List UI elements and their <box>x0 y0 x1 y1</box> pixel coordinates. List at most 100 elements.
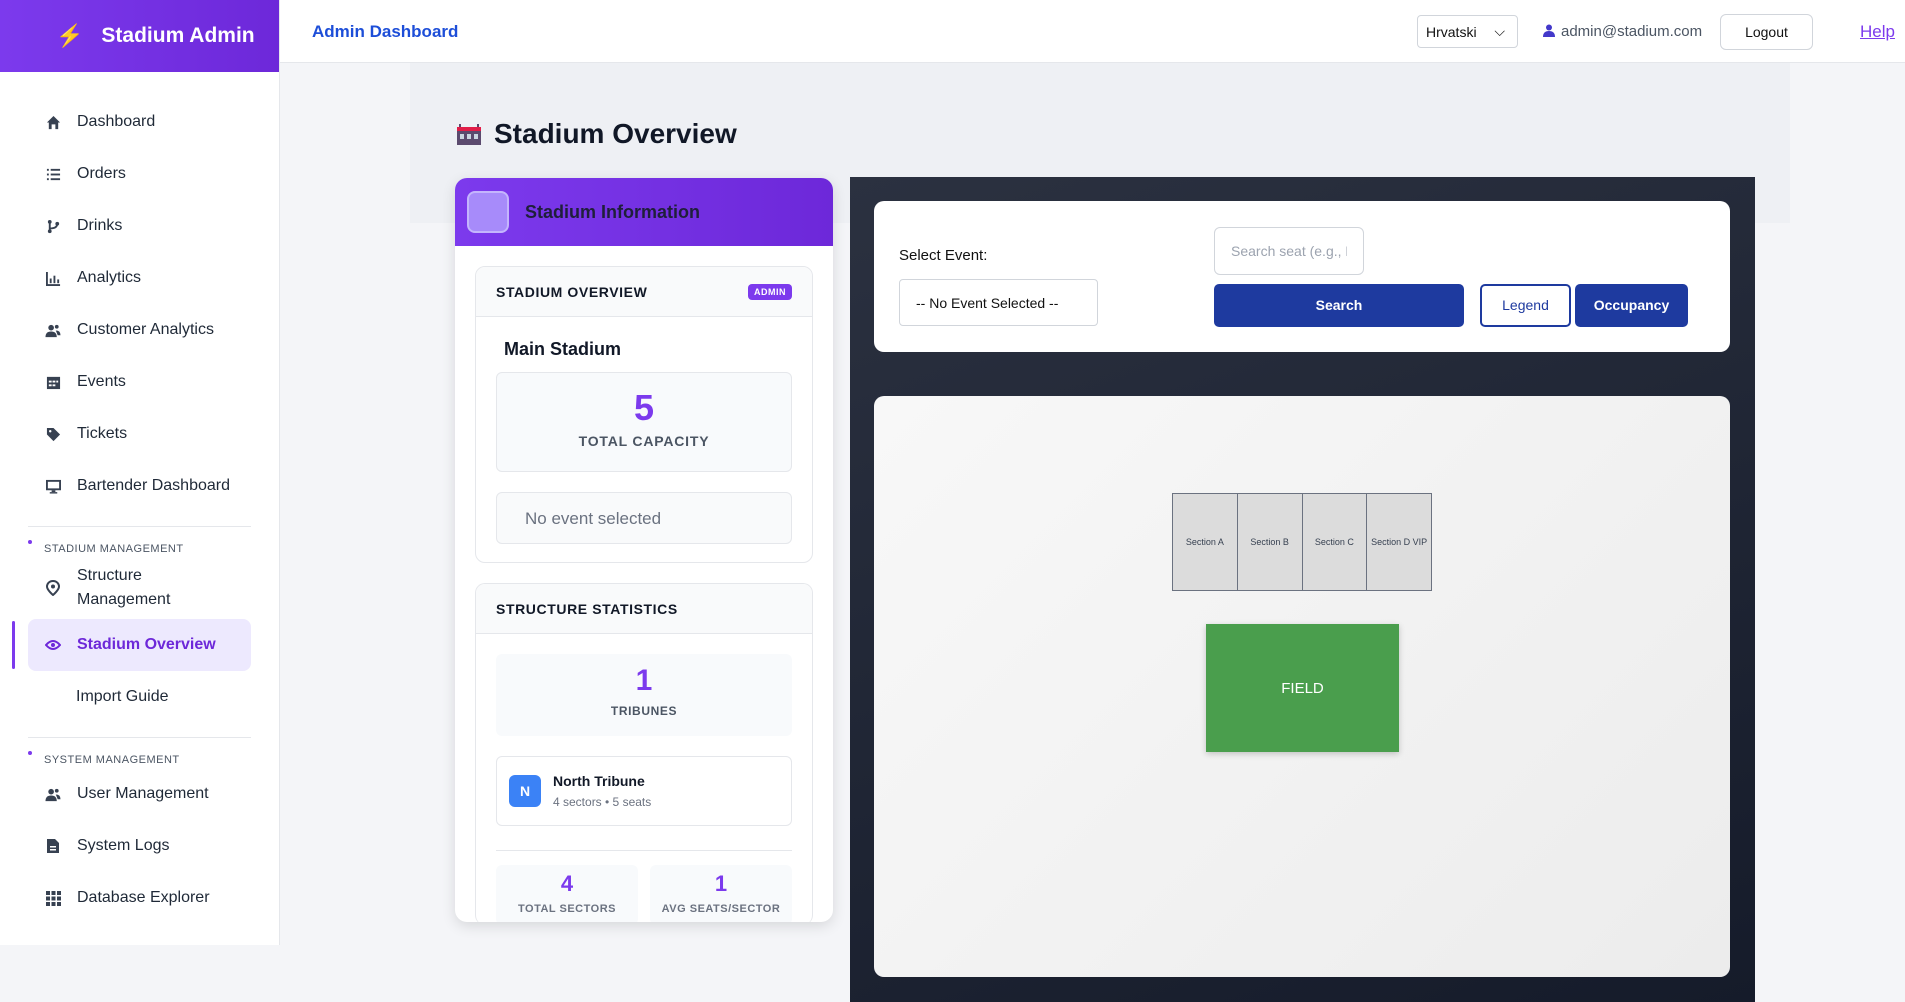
legend-button[interactable]: Legend <box>1480 284 1571 327</box>
total-sectors-stat: 4 TOTAL SECTORS <box>496 865 638 922</box>
capacity-label: TOTAL CAPACITY <box>578 433 710 449</box>
active-indicator <box>12 621 15 669</box>
page-title: Stadium Overview <box>456 118 737 150</box>
panel-heading: STRUCTURE STATISTICS <box>496 600 678 617</box>
stadium-icon <box>457 124 481 145</box>
select-event-label: Select Event: <box>899 247 988 264</box>
divider <box>496 850 792 851</box>
seat-search-input[interactable] <box>1214 227 1364 275</box>
language-select[interactable]: Hrvatski ⌵ <box>1417 15 1518 48</box>
tribunes-label: TRIBUNES <box>610 704 678 718</box>
sidebar: ⚡ Stadium Admin Dashboard Orders Drinks <box>0 0 280 945</box>
logout-button[interactable]: Logout <box>1720 14 1813 50</box>
sidebar-item-label: User Management <box>77 785 209 802</box>
map-controls: Select Event: -- No Event Selected -- Se… <box>874 201 1730 352</box>
sidebar-item-import-guide[interactable]: Import Guide <box>28 671 251 723</box>
section-a[interactable]: Section A <box>1173 494 1238 590</box>
total-sectors-label: TOTAL SECTORS <box>518 903 616 915</box>
section-label: STADIUM MANAGEMENT <box>44 543 184 555</box>
tribunes-value: 1 <box>635 664 653 697</box>
stats-row: 4 TOTAL SECTORS 1 AVG SEATS/SECTOR <box>496 865 792 922</box>
sidebar-item-label: Database Explorer <box>77 889 210 906</box>
sidebar-item-label: Dashboard <box>77 113 156 130</box>
monitor-icon <box>44 477 62 495</box>
sidebar-item-stadium-overview[interactable]: Stadium Overview <box>12 619 251 671</box>
stadium-overview-panel: STADIUM OVERVIEW ADMIN Main Stadium 5 TO… <box>475 266 813 563</box>
help-link[interactable]: Help <box>1860 22 1895 42</box>
sidebar-item-dashboard[interactable]: Dashboard <box>28 96 251 148</box>
tag-icon <box>44 425 62 443</box>
tribune-details: 4 sectors • 5 seats <box>553 795 652 809</box>
sidebar-nav: Dashboard Orders Drinks Analytics Custom… <box>0 72 279 924</box>
total-sectors-value: 4 <box>560 871 574 896</box>
info-card-header: Stadium Information <box>455 178 833 246</box>
panel-heading: STADIUM OVERVIEW <box>496 283 648 300</box>
chevron-down-icon: ⌵ <box>1494 23 1505 39</box>
admin-badge: ADMIN <box>748 283 792 300</box>
search-button[interactable]: Search <box>1214 284 1464 327</box>
page-title-text: Stadium Overview <box>494 118 737 149</box>
sidebar-item-events[interactable]: Events <box>28 356 251 408</box>
sidebar-item-structure-management[interactable]: Structure Management <box>28 557 251 619</box>
event-select[interactable]: -- No Event Selected -- <box>899 279 1098 326</box>
section-system-management: SYSTEM MANAGEMENT <box>28 737 251 768</box>
sidebar-item-bartender-dashboard[interactable]: Bartender Dashboard <box>28 460 251 512</box>
bar-chart-icon <box>44 269 62 287</box>
list-icon <box>44 165 62 183</box>
sidebar-item-label: Events <box>77 373 126 390</box>
bolt-icon: ⚡ <box>56 23 84 48</box>
stadium-map-area: Select Event: -- No Event Selected -- Se… <box>850 177 1755 1002</box>
users-icon <box>44 321 62 339</box>
header-title[interactable]: Admin Dashboard <box>312 22 458 42</box>
sidebar-item-label: Stadium Overview <box>77 636 216 653</box>
section-stadium-management: STADIUM MANAGEMENT <box>28 526 251 557</box>
sidebar-item-user-management[interactable]: User Management <box>28 768 251 820</box>
sidebar-item-label: Drinks <box>77 217 123 234</box>
capacity-value: 5 <box>633 387 655 428</box>
stadium-name: Main Stadium <box>504 339 622 359</box>
avg-seats-label: AVG SEATS/SECTOR <box>661 903 781 915</box>
tribune-avatar: N <box>509 775 541 807</box>
field: FIELD <box>1206 624 1399 752</box>
section-label: SYSTEM MANAGEMENT <box>44 754 180 766</box>
user-info: admin@stadium.com <box>1543 23 1702 40</box>
sidebar-item-tickets[interactable]: Tickets <box>28 408 251 460</box>
section-dot <box>28 751 32 755</box>
eye-icon <box>44 636 62 654</box>
sidebar-item-customer-analytics[interactable]: Customer Analytics <box>28 304 251 356</box>
sidebar-item-database-explorer[interactable]: Database Explorer <box>28 872 251 924</box>
tribune-name: North Tribune <box>553 773 645 789</box>
section-b[interactable]: Section B <box>1237 494 1303 590</box>
brand-name: Stadium Admin <box>101 24 255 47</box>
occupancy-button[interactable]: Occupancy <box>1575 284 1688 327</box>
tribune-row[interactable]: N North Tribune 4 sectors • 5 seats <box>496 756 792 826</box>
user-email: admin@stadium.com <box>1561 23 1703 40</box>
stadium-map: Section A Section B Section C Section D … <box>874 396 1730 977</box>
event-status: No event selected <box>496 492 792 544</box>
avg-seats-value: 1 <box>714 871 728 896</box>
sidebar-item-label: Structure Management <box>77 567 171 608</box>
users-icon <box>44 785 62 803</box>
user-icon <box>1543 24 1555 40</box>
sidebar-item-analytics[interactable]: Analytics <box>28 252 251 304</box>
sidebar-item-label: Analytics <box>77 269 142 286</box>
panel-header: STRUCTURE STATISTICS <box>476 584 812 634</box>
info-card-title: Stadium Information <box>525 201 700 222</box>
home-icon <box>44 113 62 131</box>
section-d-vip[interactable]: Section D VIP <box>1367 494 1431 590</box>
brand[interactable]: ⚡ Stadium Admin <box>0 0 279 72</box>
sidebar-item-label: Orders <box>77 165 126 182</box>
structure-statistics-panel: STRUCTURE STATISTICS 1 TRIBUNES N North … <box>475 583 813 922</box>
sidebar-item-label: Tickets <box>77 425 128 442</box>
section-c[interactable]: Section C <box>1302 494 1368 590</box>
sidebar-item-label: Bartender Dashboard <box>77 477 230 494</box>
sidebar-item-system-logs[interactable]: System Logs <box>28 820 251 872</box>
sidebar-item-drinks[interactable]: Drinks <box>28 200 251 252</box>
sidebar-item-label: Import Guide <box>76 688 169 705</box>
map-pin-icon <box>44 579 62 597</box>
calendar-icon <box>44 373 62 391</box>
tribunes-box: 1 TRIBUNES <box>496 654 792 736</box>
language-value: Hrvatski <box>1426 24 1477 40</box>
sidebar-item-orders[interactable]: Orders <box>28 148 251 200</box>
section-dot <box>28 540 32 544</box>
